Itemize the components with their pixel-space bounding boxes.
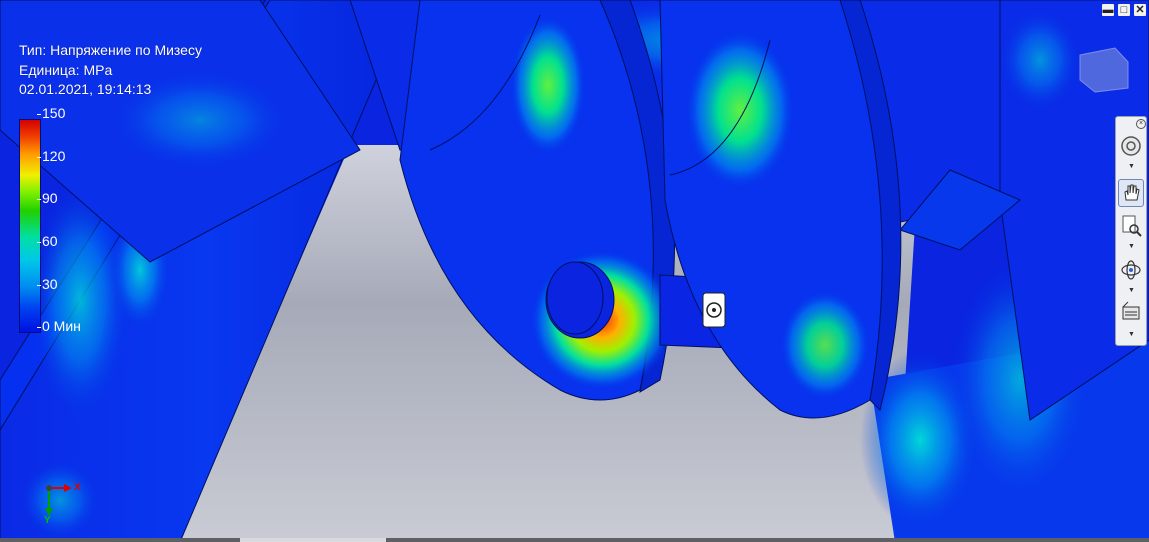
minimize-button[interactable]: ▬: [1102, 4, 1114, 16]
result-type: Тип: Напряжение по Мизесу: [19, 42, 202, 58]
orbit-icon[interactable]: [1119, 257, 1143, 283]
axis-y-label: Y: [44, 515, 51, 526]
legend-tick: 30: [37, 276, 58, 292]
status-bar-segment: [240, 538, 386, 542]
chevron-down-icon[interactable]: ▼: [1128, 287, 1135, 294]
constraint-marker-icon: [702, 292, 726, 328]
zoom-icon[interactable]: [1119, 213, 1143, 239]
result-info: Тип: Напряжение по Мизесу Единица: MPa 0…: [19, 41, 202, 100]
color-legend-bar: [19, 119, 41, 333]
status-bar: [0, 538, 1149, 542]
chevron-down-icon[interactable]: ▼: [1128, 243, 1135, 250]
pan-hand-icon[interactable]: [1118, 179, 1144, 207]
result-timestamp: 02.01.2021, 19:14:13: [19, 81, 152, 97]
navigation-bar: × ▼ ▼ ▼ ▼: [1115, 116, 1147, 346]
viewcube-icon: [1079, 47, 1129, 93]
steering-wheel-icon[interactable]: [1119, 133, 1143, 159]
legend-tick: 90: [37, 190, 58, 206]
close-button[interactable]: ✕: [1134, 4, 1146, 16]
axis-x-label: X: [74, 482, 81, 493]
maximize-button[interactable]: □: [1118, 4, 1130, 16]
legend-tick: 120: [36, 148, 66, 164]
legend-tick: 150: [36, 105, 66, 121]
chevron-down-icon[interactable]: ▼: [1128, 163, 1135, 170]
navbar-close-icon[interactable]: ×: [1136, 119, 1146, 129]
left-pin-head: [546, 261, 604, 335]
legend-tick: 60: [37, 233, 58, 249]
result-unit: Единица: MPa: [19, 61, 113, 78]
navbar-customize-icon[interactable]: ▼: [1128, 331, 1135, 338]
look-at-icon[interactable]: [1119, 299, 1143, 325]
legend-tick: 0 Мин: [37, 318, 81, 334]
